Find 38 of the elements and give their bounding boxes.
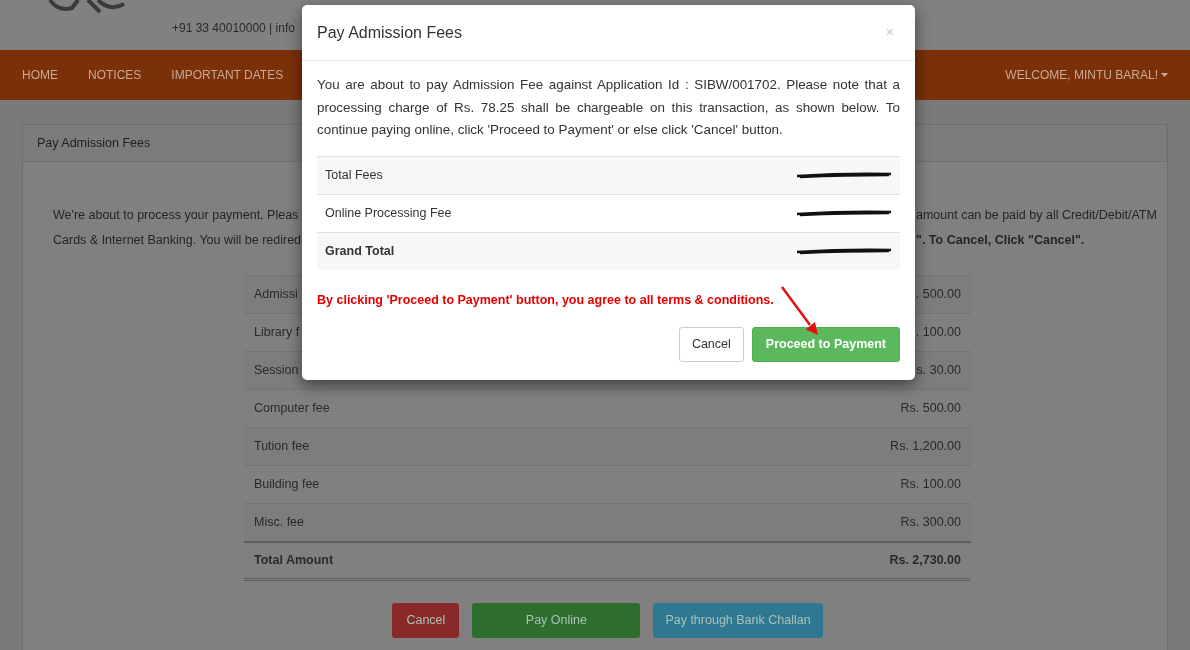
- fee-name: Building fee: [254, 476, 320, 494]
- cancel-button[interactable]: Cancel: [678, 327, 744, 363]
- pay-online-button[interactable]: Pay Online: [472, 603, 641, 638]
- nav-link[interactable]: IMPORTANT DATES: [171, 66, 284, 84]
- modal-title: Pay Admission Fees: [317, 22, 462, 43]
- fee-name: Session: [254, 362, 299, 380]
- total-label: Total Amount: [254, 552, 334, 570]
- intro-text: ". To Cancel, Click "Cancel".: [916, 232, 1086, 249]
- intro-text: Cards & Internet Banking. You will be redired: [53, 232, 301, 249]
- summary-label: Online Processing Fee: [325, 204, 452, 222]
- nav-link[interactable]: NOTICES: [88, 66, 142, 84]
- fee-name: Library f: [254, 324, 300, 342]
- fee-amount: Rs. 500.00: [900, 400, 961, 418]
- contact-text: +91 33 40010000 | info: [172, 20, 295, 37]
- fee-amount: . 100.00: [915, 324, 961, 342]
- fee-name: Admissi: [254, 286, 298, 304]
- user-menu[interactable]: WELCOME, MINTU BARAL!: [1005, 66, 1168, 84]
- fee-amount: Rs. 300.00: [900, 514, 961, 532]
- nav-link[interactable]: HOME: [22, 66, 58, 84]
- fee-name: Misc. fee: [254, 514, 304, 532]
- bank-challan-button[interactable]: Pay through Bank Challan: [653, 603, 823, 638]
- logo-icon: [48, 0, 128, 14]
- cancel-button[interactable]: Cancel: [392, 603, 460, 638]
- proceed-button[interactable]: Proceed to Payment: [751, 327, 900, 363]
- annotation-arrow: [781, 286, 818, 335]
- total-amount: Rs. 2,730.00: [889, 552, 961, 570]
- intro-text: amount can be paid by all Credit/Debit/ATM: [916, 207, 1157, 224]
- summary-label: Total Fees: [325, 166, 383, 184]
- fee-amount: . 500.00: [915, 286, 961, 304]
- terms-notice: By clicking 'Proceed to Payment' button, you agree to all terms & conditions.: [317, 291, 775, 309]
- summary-label: Grand Total: [325, 242, 395, 260]
- intro-text: We're about to process your payment. Pleas: [53, 207, 300, 224]
- fee-amount: s. 30.00: [916, 362, 961, 380]
- caret-icon: [1161, 73, 1168, 77]
- fee-name: Computer fee: [254, 400, 330, 418]
- fee-amount: Rs. 1,200.00: [890, 438, 961, 456]
- fee-name: Tution fee: [254, 438, 310, 456]
- fee-amount: Rs. 100.00: [900, 476, 961, 494]
